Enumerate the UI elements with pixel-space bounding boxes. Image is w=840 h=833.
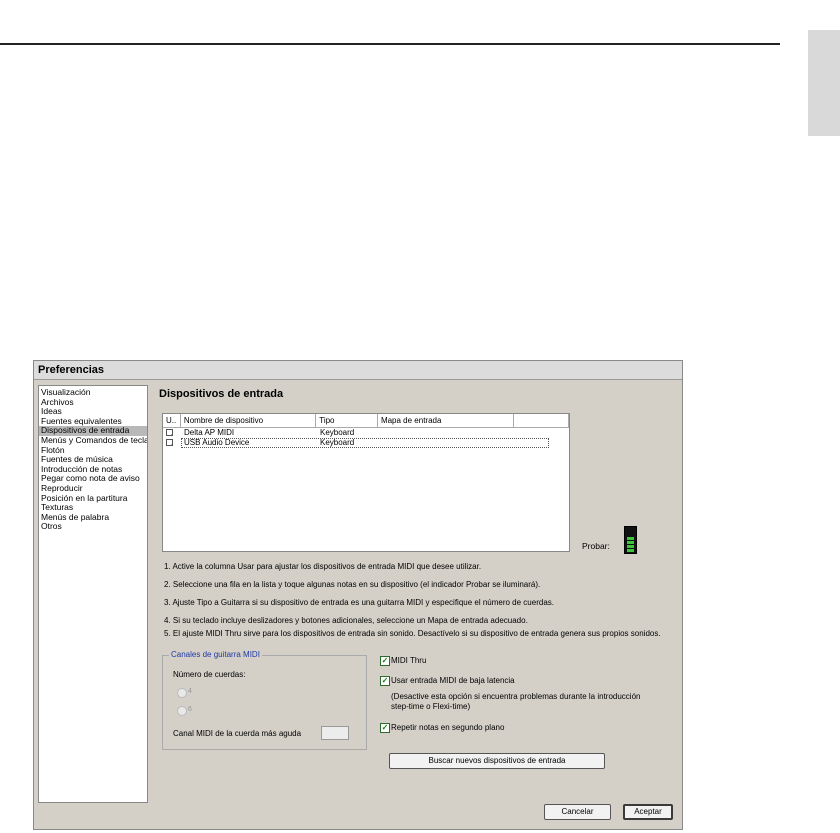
preferences-category-list[interactable]: Visualización Archivos Ideas Fuentes equ… — [38, 385, 148, 803]
section-title: Dispositivos de entrada — [159, 388, 284, 400]
midi-thru-checkbox[interactable]: ✓ — [380, 656, 390, 666]
instruction-5: 5. El ajuste MIDI Thru sirve para los di… — [164, 629, 661, 638]
input-device-table[interactable]: U.. Nombre de dispositivo Tipo Mapa de e… — [162, 413, 570, 552]
dialog-title: Preferencias — [34, 361, 682, 380]
use-checkbox[interactable]: ✓ — [166, 429, 173, 436]
background-repeat-checkbox[interactable]: ✓ — [380, 723, 390, 733]
low-latency-note-line-2: step-time o Flexi-time) — [391, 702, 471, 711]
use-checkbox[interactable]: ✓ — [166, 439, 173, 446]
strings-4-label: 4 — [188, 688, 192, 695]
use-cell: ✓ — [163, 428, 181, 438]
strings-count-label: Número de cuerdas: — [173, 670, 246, 679]
strings-6-label: 6 — [188, 706, 192, 713]
group-label: Canales de guitarra MIDI — [169, 650, 262, 659]
column-header-use[interactable]: U.. — [163, 414, 181, 427]
column-header-input-map[interactable]: Mapa de entrada — [378, 414, 515, 427]
column-header-type[interactable]: Tipo — [316, 414, 378, 427]
highest-string-channel-label: Canal MIDI de la cuerda más aguda — [173, 729, 302, 738]
preferences-dialog: Preferencias Visualización Archivos Idea… — [33, 360, 683, 830]
page-top-rule — [0, 43, 780, 45]
low-latency-checkbox[interactable]: ✓ — [380, 676, 390, 686]
cancel-button[interactable]: Cancelar — [544, 804, 611, 820]
device-type-cell[interactable]: Keyboard — [317, 438, 379, 448]
device-map-cell[interactable] — [379, 438, 516, 448]
device-map-cell[interactable] — [379, 428, 516, 438]
low-latency-note-line-1: (Desactive esta opción si encuentra prob… — [391, 692, 641, 701]
table-row[interactable]: ✓ USB Audio Device Keyboard — [163, 438, 569, 448]
midi-thru-label: MIDI Thru — [391, 656, 427, 665]
use-cell: ✓ — [163, 438, 181, 448]
sidebar-item-otros[interactable]: Otros — [39, 522, 147, 532]
device-name-cell: Delta AP MIDI — [184, 428, 235, 437]
table-row[interactable]: ✓ Delta AP MIDI Keyboard — [163, 428, 569, 438]
device-name-cell: USB Audio Device — [184, 438, 250, 447]
search-input-devices-button[interactable]: Buscar nuevos dispositivos de entrada — [389, 753, 605, 769]
table-header: U.. Nombre de dispositivo Tipo Mapa de e… — [163, 414, 569, 428]
instruction-3: 3. Ajuste Tipo a Guitarra si su disposit… — [164, 598, 554, 607]
strings-6-radio[interactable] — [177, 706, 187, 716]
highest-string-channel-input[interactable] — [321, 726, 349, 740]
column-header-device-name[interactable]: Nombre de dispositivo — [181, 414, 317, 427]
test-indicator-meter-icon — [624, 526, 637, 554]
strings-4-radio[interactable] — [177, 688, 187, 698]
instruction-2: 2. Seleccione una fila en la lista y toq… — [164, 580, 541, 589]
background-repeat-label: Repetir notas en segundo plano — [391, 723, 505, 732]
midi-guitar-channels-group: Canales de guitarra MIDI Número de cuerd… — [162, 650, 367, 750]
accept-button[interactable]: Aceptar — [623, 804, 673, 820]
column-header-extra — [514, 414, 569, 427]
test-indicator-label: Probar: — [582, 541, 610, 551]
low-latency-label: Usar entrada MIDI de baja latencia — [391, 676, 515, 685]
device-type-cell[interactable]: Keyboard — [317, 428, 379, 438]
instruction-1: 1. Active la columna Usar para ajustar l… — [164, 562, 482, 571]
page-side-tab — [808, 30, 840, 136]
instruction-4: 4. Si su teclado incluye deslizadores y … — [164, 616, 528, 625]
